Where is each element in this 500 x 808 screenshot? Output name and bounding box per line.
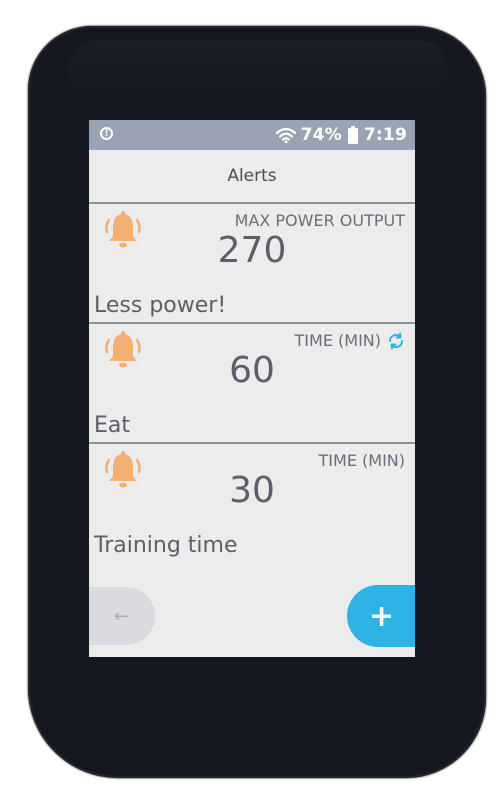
- device-sheen: [68, 40, 448, 100]
- alert-label: TIME (MIN): [295, 331, 405, 350]
- alert-item[interactable]: MAX POWER OUTPUT 270 Less power!: [89, 202, 415, 324]
- page-title: Alerts: [227, 166, 277, 186]
- alert-value: 270: [217, 230, 287, 271]
- alert-value: 60: [229, 350, 275, 391]
- alert-description: Eat: [94, 413, 131, 438]
- battery-percent: 74%: [300, 125, 342, 145]
- device-screen: ! 74% 7:19 Alerts MAX POWER OUTPUT 270 L…: [89, 120, 415, 657]
- plus-icon: +: [369, 598, 395, 634]
- notification-alert-icon[interactable]: !: [100, 127, 113, 140]
- repeat-icon: [388, 332, 404, 349]
- alert-item[interactable]: TIME (MIN) 30 Training time: [89, 442, 415, 564]
- alert-label: TIME (MIN): [318, 451, 405, 470]
- alert-description: Less power!: [94, 293, 227, 318]
- alert-item[interactable]: TIME (MIN) 60 Eat: [89, 322, 415, 444]
- alert-value: 30: [229, 470, 275, 511]
- back-arrow-icon: ←: [113, 605, 129, 627]
- battery-icon: [347, 126, 358, 144]
- alert-description: Training time: [94, 533, 238, 558]
- alert-label: MAX POWER OUTPUT: [234, 211, 405, 230]
- status-bar: ! 74% 7:19: [89, 120, 415, 150]
- wifi-icon: [275, 127, 296, 143]
- status-indicators: 74% 7:19: [275, 124, 407, 146]
- back-button[interactable]: ←: [89, 587, 155, 645]
- clock-time: 7:19: [363, 125, 407, 145]
- add-alert-button[interactable]: +: [347, 585, 415, 647]
